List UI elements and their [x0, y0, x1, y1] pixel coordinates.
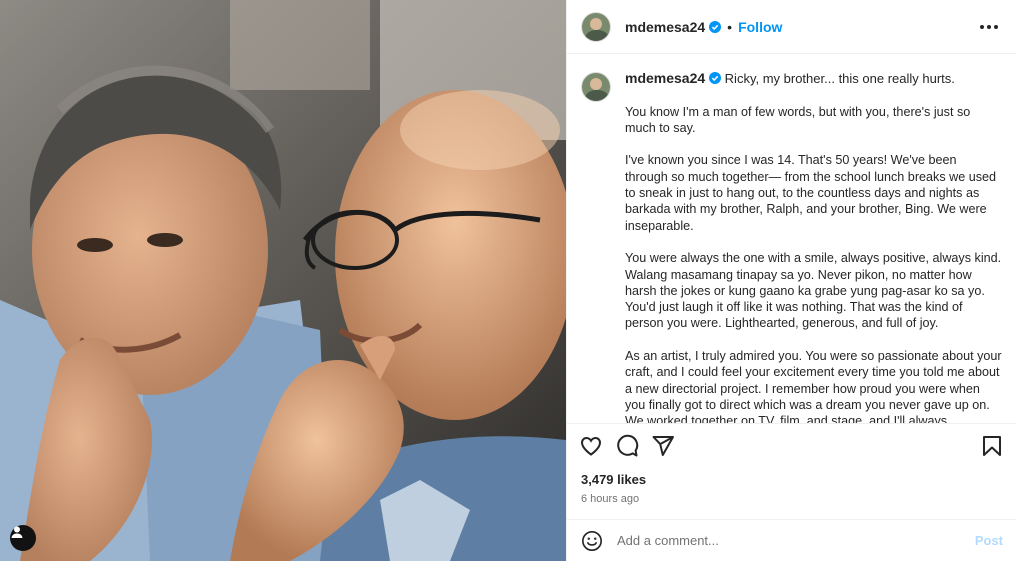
follow-button[interactable]: Follow — [738, 19, 782, 35]
post-timestamp[interactable]: 6 hours ago — [567, 493, 1016, 505]
post-header: mdemesa24 • Follow — [567, 0, 1016, 54]
emoji-icon[interactable] — [581, 530, 603, 552]
comment-bar: Post — [567, 519, 1016, 561]
tagged-user-icon[interactable] — [10, 525, 36, 551]
post-photo[interactable] — [0, 0, 566, 561]
share-icon[interactable] — [651, 434, 675, 458]
caption-username[interactable]: mdemesa24 — [625, 70, 705, 86]
caption: mdemesa24 Ricky, my brother... this one … — [581, 70, 1002, 424]
caption-paragraph: You were always the one with a smile, al… — [625, 251, 1002, 331]
caption-first-line: Ricky, my brother... this one really hur… — [724, 71, 955, 86]
caption-area[interactable]: mdemesa24 Ricky, my brother... this one … — [567, 54, 1016, 424]
post-comment-button[interactable]: Post — [975, 533, 1003, 548]
more-options-icon[interactable] — [976, 21, 1002, 33]
header-username[interactable]: mdemesa24 — [625, 19, 705, 35]
likes-count[interactable]: 3,479 likes — [567, 472, 1016, 487]
caption-paragraph: As an artist, I truly admired you. You w… — [625, 349, 1002, 424]
instagram-post: mdemesa24 • Follow mdemesa24 Ricky, my b… — [0, 0, 1016, 561]
avatar[interactable] — [581, 11, 611, 42]
caption-body: mdemesa24 Ricky, my brother... this one … — [625, 70, 1002, 424]
verified-badge-icon — [709, 20, 722, 33]
comment-icon[interactable] — [615, 434, 639, 458]
caption-paragraph: I've known you since I was 14. That's 50… — [625, 153, 997, 233]
heart-icon[interactable] — [579, 434, 603, 458]
verified-badge-icon — [709, 72, 722, 84]
caption-avatar[interactable] — [581, 72, 611, 102]
caption-paragraph: You know I'm a man of few words, but wit… — [625, 104, 971, 135]
separator-dot: • — [727, 18, 733, 35]
post-side-panel: mdemesa24 • Follow mdemesa24 Ricky, my b… — [566, 0, 1016, 561]
action-bar — [567, 424, 1016, 468]
comment-input[interactable] — [617, 533, 975, 548]
post-photo-illustration — [0, 0, 566, 561]
bookmark-icon[interactable] — [980, 434, 1004, 458]
